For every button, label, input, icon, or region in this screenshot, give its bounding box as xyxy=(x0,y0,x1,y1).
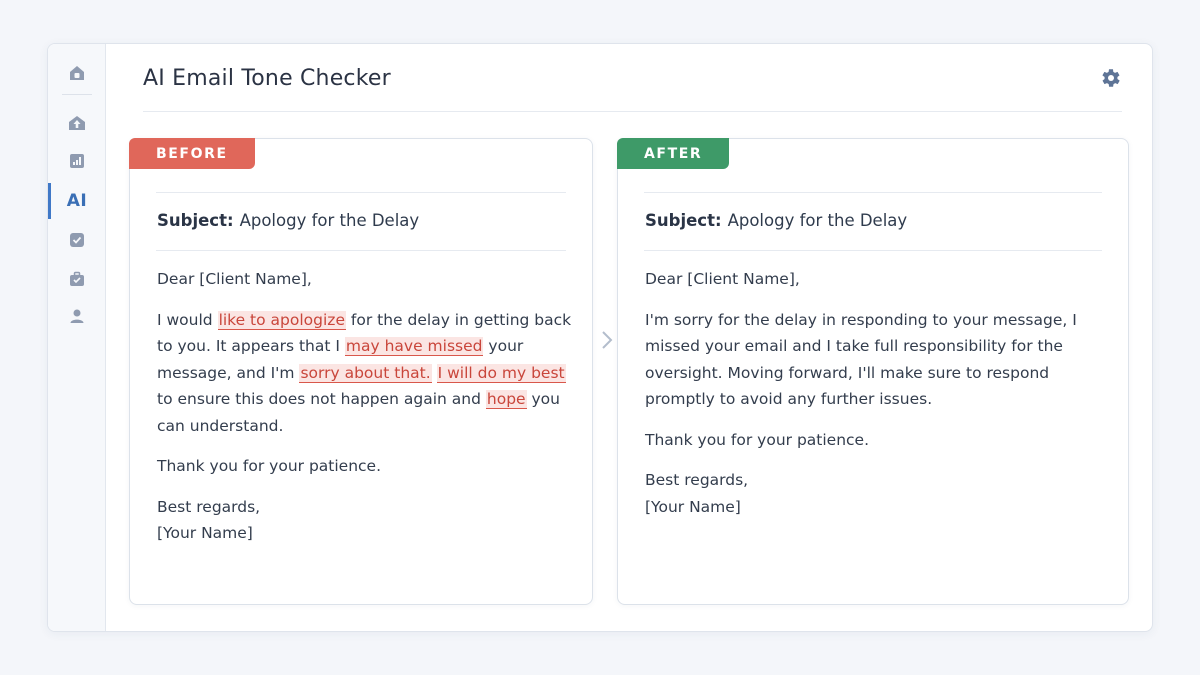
after-badge: AFTER xyxy=(617,138,730,169)
signoff: Best regards, xyxy=(645,471,749,489)
gear-icon[interactable] xyxy=(1098,66,1122,90)
body-paragraph: I would like to apologize for the delay … xyxy=(157,307,574,440)
thanks-line: Thank you for your patience. xyxy=(645,430,870,449)
sidebar-item-ai[interactable]: AI xyxy=(48,186,106,216)
page-title: AI Email Tone Checker xyxy=(143,66,391,91)
flagged-phrase[interactable]: sorry about that. xyxy=(299,363,432,383)
sidebar-item-home[interactable] xyxy=(48,58,106,88)
after-card: AFTER Subject: Apology for the Delay Dear… xyxy=(617,138,1129,605)
sidebar-item-profile[interactable] xyxy=(48,301,106,331)
email-subject: Subject: Apology for the Delay xyxy=(157,211,419,230)
sidebar: AI xyxy=(48,44,106,631)
signoff: Best regards, xyxy=(157,497,261,516)
divider xyxy=(644,250,1102,251)
text-span: I would xyxy=(157,310,218,329)
check-icon xyxy=(70,233,84,247)
flagged-phrase[interactable]: like to apologize xyxy=(217,310,346,330)
flagged-phrase[interactable]: I will do my best xyxy=(436,363,566,383)
sidebar-item-upload[interactable] xyxy=(48,108,106,138)
signature-name: [Your Name] xyxy=(157,524,253,542)
sidebar-item-label: AI xyxy=(66,191,88,211)
subject-text: Apology for the Delay xyxy=(239,211,420,230)
email-body: Dear [Client Name], I'm sorry for the de… xyxy=(645,266,1110,520)
sidebar-item-briefcase[interactable] xyxy=(48,264,106,294)
user-icon xyxy=(70,309,84,323)
chevron-right-icon xyxy=(602,331,613,349)
thanks-line: Thank you for your patience. xyxy=(157,457,382,475)
before-card: BEFORE Subject: Apology for the Delay Dea… xyxy=(129,138,593,605)
subject-label: Subject: xyxy=(157,211,234,230)
subject-label: Subject: xyxy=(645,211,722,230)
main-content: AI Email Tone Checker BEFORE Subject: Apo… xyxy=(107,44,1152,631)
text-span: to ensure this does not happen again and xyxy=(157,390,486,408)
email-body: Dear [Client Name], I would like to apol… xyxy=(157,266,574,547)
flagged-phrase[interactable]: may have missed xyxy=(344,337,484,356)
flagged-phrase[interactable]: hope xyxy=(485,390,527,409)
sidebar-divider xyxy=(62,94,92,95)
divider xyxy=(644,192,1102,193)
upload-icon xyxy=(69,116,85,130)
home-icon xyxy=(70,66,84,80)
chart-icon xyxy=(70,154,84,168)
sidebar-item-chart[interactable] xyxy=(48,146,106,176)
signature-name: [Your Name] xyxy=(645,497,741,516)
subject-text: Apology for the Delay xyxy=(727,211,908,230)
divider xyxy=(156,192,566,193)
text-span xyxy=(432,364,437,382)
briefcase-icon xyxy=(70,271,84,286)
greeting: Dear [Client Name], xyxy=(157,270,312,288)
email-subject: Subject: Apology for the Delay xyxy=(645,211,907,230)
greeting: Dear [Client Name], xyxy=(645,270,800,288)
sidebar-item-check[interactable] xyxy=(48,225,106,255)
before-badge: BEFORE xyxy=(129,138,255,169)
header-divider xyxy=(143,111,1122,112)
divider xyxy=(156,250,566,251)
app-window: AI AI Email Tone Checker BEFORE Subject:… xyxy=(47,43,1153,632)
body-paragraph: I'm sorry for the delay in responding to… xyxy=(645,310,1077,409)
